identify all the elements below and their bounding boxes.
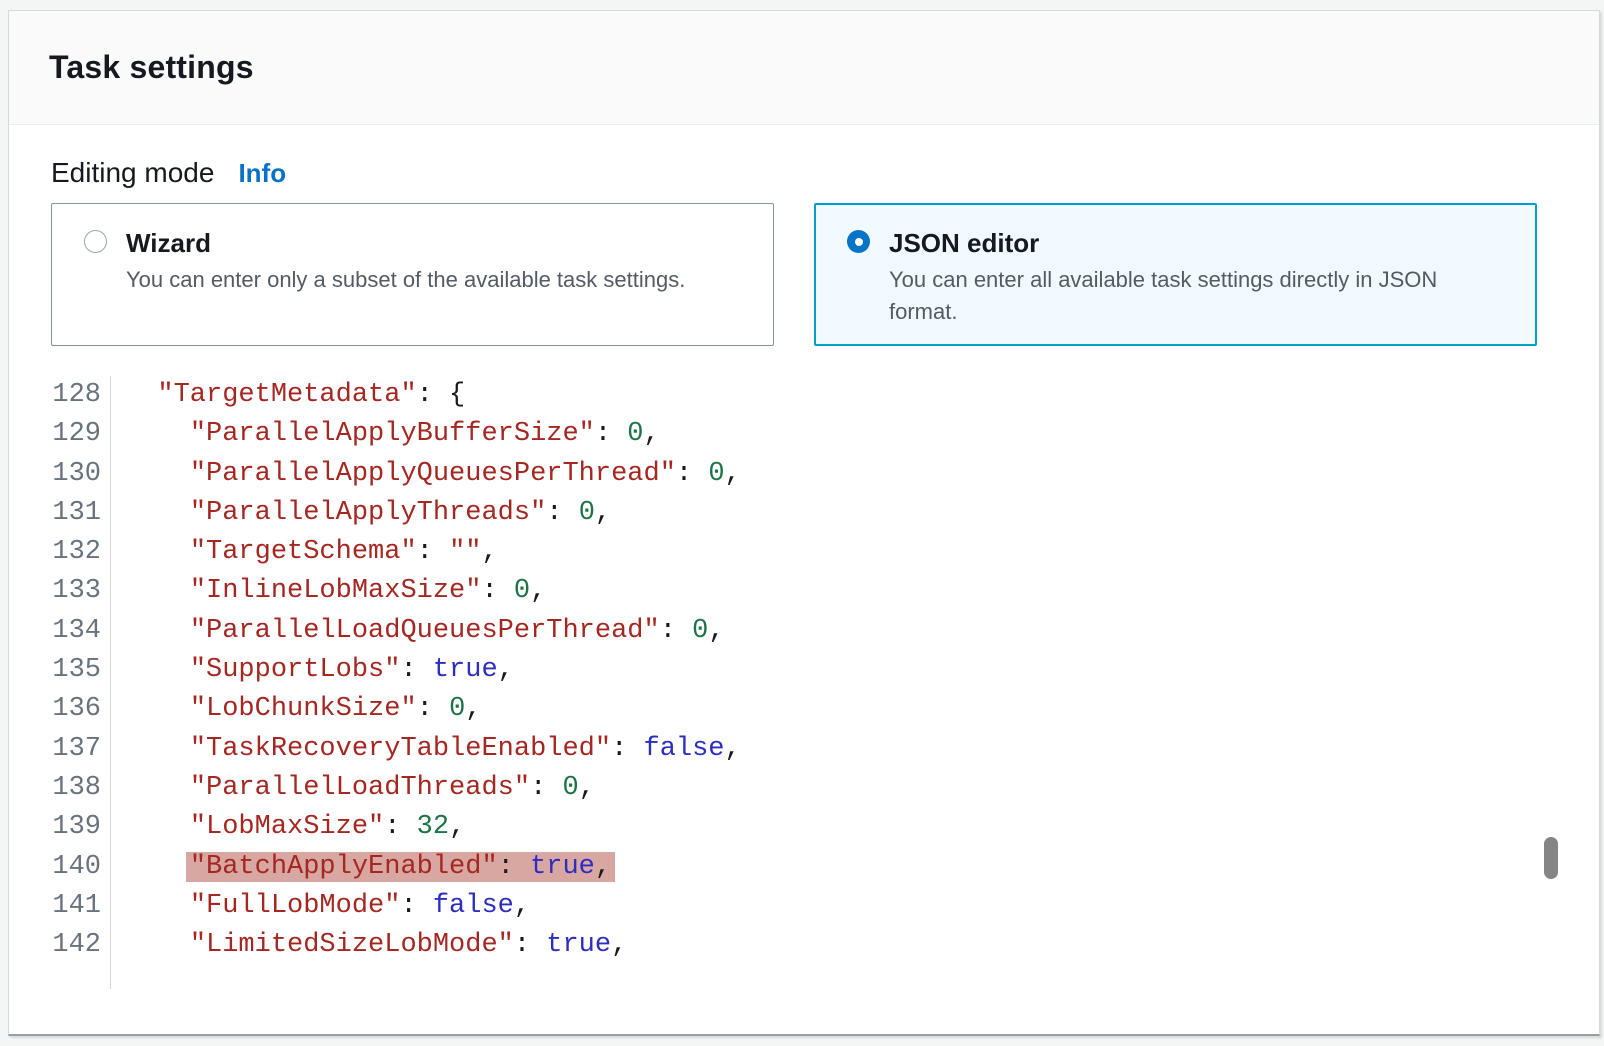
line-number: 137 bbox=[51, 730, 111, 769]
json-editor-option-text: JSON editor You can enter all available … bbox=[889, 228, 1495, 344]
editing-mode-row: Editing mode Info bbox=[51, 157, 1557, 189]
panel-body: Editing mode Info Wizard You can enter o… bbox=[9, 125, 1599, 989]
line-number: 141 bbox=[51, 887, 111, 926]
code-text[interactable]: "ParallelLoadThreads": 0, bbox=[111, 769, 595, 808]
code-text[interactable]: "LobChunkSize": 0, bbox=[111, 690, 481, 729]
line-number: 139 bbox=[51, 808, 111, 847]
wizard-option-text: Wizard You can enter only a subset of th… bbox=[126, 228, 685, 345]
code-line[interactable]: 138 "ParallelLoadThreads": 0, bbox=[51, 769, 1557, 808]
code-text[interactable]: "ParallelApplyQueuesPerThread": 0, bbox=[111, 455, 741, 494]
code-line[interactable]: 128 "TargetMetadata": { bbox=[51, 376, 1557, 415]
json-editor-option-card[interactable]: JSON editor You can enter all available … bbox=[814, 203, 1537, 346]
line-number: 134 bbox=[51, 612, 111, 651]
code-text[interactable]: "LobMaxSize": 32, bbox=[111, 808, 465, 847]
radio-column bbox=[847, 228, 889, 344]
wizard-radio[interactable] bbox=[84, 230, 107, 253]
page-title: Task settings bbox=[49, 49, 254, 86]
line-number: 133 bbox=[51, 572, 111, 611]
code-text[interactable]: "LimitedSizeLobMode": true, bbox=[111, 926, 627, 965]
wizard-option-label: Wizard bbox=[126, 228, 685, 258]
code-line[interactable]: 131 "ParallelApplyThreads": 0, bbox=[51, 494, 1557, 533]
line-number: 132 bbox=[51, 533, 111, 572]
code-line[interactable]: 130 "ParallelApplyQueuesPerThread": 0, bbox=[51, 455, 1557, 494]
code-text[interactable]: "TargetMetadata": { bbox=[111, 376, 465, 415]
panel-header: Task settings bbox=[9, 11, 1599, 125]
line-number: 131 bbox=[51, 494, 111, 533]
code-text[interactable]: "BatchApplyEnabled": true, bbox=[111, 848, 611, 887]
radio-column bbox=[84, 228, 126, 345]
highlighted-code[interactable]: "BatchApplyEnabled": true, bbox=[190, 852, 611, 882]
code-text[interactable]: "TargetSchema": "", bbox=[111, 533, 498, 572]
line-number: 129 bbox=[51, 415, 111, 454]
code-line[interactable]: 134 "ParallelLoadQueuesPerThread": 0, bbox=[51, 612, 1557, 651]
code-line[interactable]: 132 "TargetSchema": "", bbox=[51, 533, 1557, 572]
code-line[interactable]: 141 "FullLobMode": false, bbox=[51, 887, 1557, 926]
json-editor-option-description: You can enter all available task setting… bbox=[889, 264, 1495, 328]
json-code-editor[interactable]: 128 "TargetMetadata": {129 "ParallelAppl… bbox=[51, 376, 1557, 989]
code-text[interactable]: "ParallelApplyBufferSize": 0, bbox=[111, 415, 660, 454]
code-text[interactable]: "ParallelApplyThreads": 0, bbox=[111, 494, 611, 533]
code-line[interactable]: 133 "InlineLobMaxSize": 0, bbox=[51, 572, 1557, 611]
code-line[interactable]: 139 "LobMaxSize": 32, bbox=[51, 808, 1557, 847]
task-settings-panel: Task settings Editing mode Info Wizard Y… bbox=[8, 10, 1600, 1036]
gutter-tail bbox=[51, 965, 1557, 989]
line-number: 136 bbox=[51, 690, 111, 729]
code-line[interactable]: 135 "SupportLobs": true, bbox=[51, 651, 1557, 690]
code-area[interactable]: 128 "TargetMetadata": {129 "ParallelAppl… bbox=[51, 376, 1557, 989]
wizard-option-card[interactable]: Wizard You can enter only a subset of th… bbox=[51, 203, 774, 346]
code-text[interactable]: "InlineLobMaxSize": 0, bbox=[111, 572, 546, 611]
info-link[interactable]: Info bbox=[238, 158, 286, 189]
code-text[interactable]: "FullLobMode": false, bbox=[111, 887, 530, 926]
json-editor-option-label: JSON editor bbox=[889, 228, 1495, 258]
code-line[interactable]: 136 "LobChunkSize": 0, bbox=[51, 690, 1557, 729]
code-line[interactable]: 129 "ParallelApplyBufferSize": 0, bbox=[51, 415, 1557, 454]
editing-mode-options: Wizard You can enter only a subset of th… bbox=[51, 203, 1557, 346]
code-text[interactable]: "SupportLobs": true, bbox=[111, 651, 514, 690]
code-text[interactable]: "TaskRecoveryTableEnabled": false, bbox=[111, 730, 741, 769]
code-text[interactable]: "ParallelLoadQueuesPerThread": 0, bbox=[111, 612, 725, 651]
code-line[interactable]: 142 "LimitedSizeLobMode": true, bbox=[51, 926, 1557, 965]
wizard-option-description: You can enter only a subset of the avail… bbox=[126, 264, 685, 296]
code-line[interactable]: 140 "BatchApplyEnabled": true, bbox=[51, 848, 1557, 887]
editing-mode-label: Editing mode bbox=[51, 157, 214, 189]
code-line[interactable]: 137 "TaskRecoveryTableEnabled": false, bbox=[51, 730, 1557, 769]
line-number: 140 bbox=[51, 848, 111, 887]
line-number: 135 bbox=[51, 651, 111, 690]
line-number: 142 bbox=[51, 926, 111, 965]
line-number: 128 bbox=[51, 376, 111, 415]
editor-scrollbar-thumb[interactable] bbox=[1544, 837, 1558, 879]
line-number: 130 bbox=[51, 455, 111, 494]
json-editor-radio[interactable] bbox=[847, 230, 870, 253]
line-number: 138 bbox=[51, 769, 111, 808]
